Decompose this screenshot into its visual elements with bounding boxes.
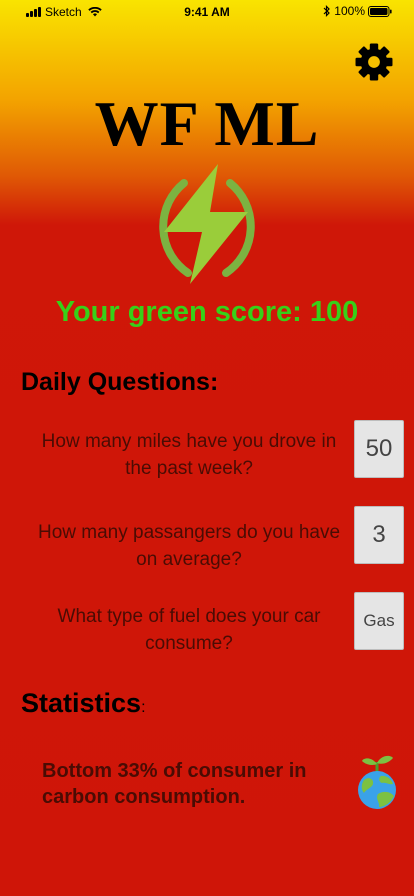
fuel-input[interactable]: Gas xyxy=(354,592,404,650)
lightning-bolt-icon xyxy=(159,164,255,284)
app-title: WF ML xyxy=(94,88,320,159)
battery-icon xyxy=(368,5,392,17)
statistics-heading-label: Statistics xyxy=(21,688,142,718)
passengers-input[interactable]: 3 xyxy=(354,506,404,564)
green-score: Your green score: 100 xyxy=(55,296,359,328)
battery-percentage: 100% xyxy=(334,4,365,18)
gear-icon xyxy=(355,43,393,81)
question-miles: How many miles have you drove in the pas… xyxy=(41,431,337,479)
statistics-heading-colon: : xyxy=(141,699,146,716)
question-passengers: How many passangers do you have on avera… xyxy=(37,522,341,570)
daily-questions-heading: Daily Questions: xyxy=(21,368,219,396)
miles-input[interactable]: 50 xyxy=(354,420,404,478)
status-bar: Sketch 9:41 AM 100% xyxy=(0,0,414,24)
question-fuel: What type of fuel does your car consume? xyxy=(57,606,321,654)
settings-button[interactable] xyxy=(352,40,396,84)
statistics-text: Bottom 33% of consumer in carbon consump… xyxy=(42,760,307,808)
earth-sprout-icon xyxy=(358,755,396,809)
status-right: 100% xyxy=(323,4,392,18)
bluetooth-icon xyxy=(323,5,331,17)
statistics-heading: Statistics: xyxy=(21,688,146,719)
